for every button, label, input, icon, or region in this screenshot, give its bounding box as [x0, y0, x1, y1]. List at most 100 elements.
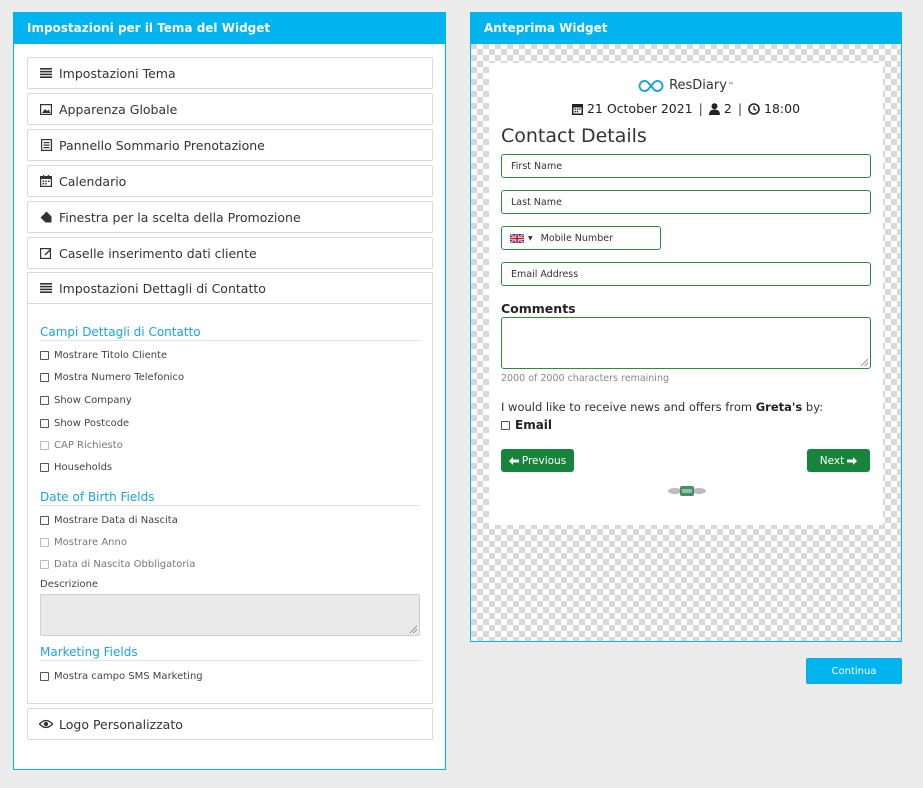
description-textarea[interactable] [40, 594, 420, 636]
checkbox[interactable] [40, 463, 49, 472]
checkbox-row-postcode-required: CAP Richiesto [40, 440, 123, 451]
booking-summary: 21 October 2021 | 2 | 18:00 [489, 101, 883, 116]
dob-section-title: Date of Birth Fields [40, 490, 420, 506]
uk-flag-icon[interactable] [510, 233, 524, 243]
accordion-promotion-window[interactable]: Finestra per la scelta della Promozione [27, 201, 433, 233]
placeholder-text: Mobile Number [540, 232, 613, 244]
checkbox[interactable] [40, 516, 49, 525]
document-icon [39, 138, 53, 152]
mobile-number-input[interactable]: ▼ Mobile Number [501, 226, 661, 250]
list-icon [39, 281, 53, 295]
resdiary-logo: ResDiary ™ [489, 78, 883, 93]
next-button[interactable]: Next [807, 449, 870, 472]
checkbox-row-sms-marketing[interactable]: Mostra campo SMS Marketing [40, 671, 203, 682]
checkbox-label: Mostra campo SMS Marketing [54, 671, 203, 682]
checkbox[interactable] [40, 351, 49, 360]
accordion-label: Impostazioni Dettagli di Contatto [59, 280, 266, 296]
resize-grip[interactable] [410, 626, 417, 633]
checkbox-label: Mostrare Titolo Cliente [54, 350, 168, 361]
venue-logo-icon [668, 486, 706, 496]
calendar-icon [571, 103, 583, 115]
accordion-label: Calendario [59, 173, 127, 189]
checkbox-label: Mostrare Data di Nascita [54, 515, 178, 526]
comments-label: Comments [501, 301, 576, 316]
separator: | [698, 101, 703, 116]
checkbox-label: CAP Richiesto [54, 440, 123, 451]
first-name-input[interactable]: First Name [501, 154, 871, 178]
accordion-contact-details-open: Impostazioni Dettagli di Contatto Campi … [27, 272, 433, 704]
preview-panel-title: Anteprima Widget [471, 13, 901, 44]
checkbox [40, 538, 49, 547]
checkbox[interactable] [40, 419, 49, 428]
accordion-calendar[interactable]: Calendario [27, 165, 433, 197]
booking-guests: 2 [723, 101, 732, 116]
tag-icon [39, 210, 53, 224]
checkbox-row-dob-required: Data di Nascita Obbligatoria [40, 559, 195, 570]
checkbox-row-show-postcode[interactable]: Show Postcode [40, 418, 129, 429]
edit-icon [39, 246, 53, 260]
newsletter-suffix: by: [802, 400, 824, 414]
checkbox-row-show-company[interactable]: Show Company [40, 395, 132, 406]
accordion-label: Impostazioni Tema [59, 65, 176, 81]
accordion-contact-details-header[interactable]: Impostazioni Dettagli di Contatto [28, 273, 432, 304]
checkbox [40, 560, 49, 569]
chars-remaining: 2000 of 2000 characters remaining [501, 373, 669, 384]
placeholder-text: First Name [511, 160, 563, 172]
email-address-input[interactable]: Email Address [501, 262, 871, 286]
image-icon [39, 102, 53, 116]
previous-label: Previous [521, 454, 567, 467]
accordion-booking-summary[interactable]: Pannello Sommario Prenotazione [27, 129, 433, 161]
settings-panel-title: Impostazioni per il Tema del Widget [14, 13, 445, 44]
calendar-icon [39, 174, 53, 188]
last-name-input[interactable]: Last Name [501, 190, 871, 214]
resdiary-logo-icon [638, 79, 664, 92]
comments-textarea[interactable] [501, 317, 871, 369]
list-icon [39, 66, 53, 80]
accordion-theme-settings[interactable]: Impostazioni Tema [27, 57, 433, 89]
email-optin[interactable]: Email [501, 418, 552, 432]
brand-name: ResDiary [669, 78, 727, 93]
separator: | [737, 101, 743, 116]
accordion-customer-fields[interactable]: Caselle inserimento dati cliente [27, 237, 433, 269]
continue-button[interactable]: Continua [806, 658, 902, 684]
newsletter-prefix: I would like to receive news and offers … [501, 400, 756, 414]
checkbox-row-show-customer-title[interactable]: Mostrare Titolo Cliente [40, 350, 167, 361]
checkbox[interactable] [40, 396, 49, 405]
user-icon [708, 102, 720, 115]
placeholder-text: Email Address [511, 268, 579, 280]
checkbox-row-show-dob[interactable]: Mostrare Data di Nascita [40, 515, 178, 526]
marketing-section-title: Marketing Fields [40, 645, 420, 661]
checkbox-row-households[interactable]: Households [40, 462, 112, 473]
checkbox-label: Data di Nascita Obbligatoria [54, 559, 196, 570]
checkbox[interactable] [40, 672, 49, 681]
accordion-global-appearance[interactable]: Apparenza Globale [27, 93, 433, 125]
booking-date: 21 October 2021 [586, 101, 693, 116]
contact-details-heading: Contact Details [501, 125, 647, 147]
checkbox-label: Show Postcode [54, 418, 130, 429]
accordion-label: Logo Personalizzato [59, 716, 183, 732]
accordion-label: Caselle inserimento dati cliente [59, 245, 257, 261]
preview-card: ResDiary ™ 21 October 2021 | 2 | 18:00 Co… [489, 63, 883, 525]
checkbox[interactable] [40, 373, 49, 382]
next-label: Next [819, 454, 845, 467]
previous-button[interactable]: Previous [501, 449, 574, 472]
placeholder-text: Last Name [511, 196, 562, 208]
email-optin-checkbox[interactable] [501, 420, 510, 430]
checkbox-label: Show Company [54, 395, 132, 406]
description-label: Descrizione [40, 579, 99, 590]
arrow-left-icon [508, 456, 519, 465]
email-optin-label: Email [515, 418, 553, 432]
eye-icon [39, 717, 53, 731]
chevron-down-icon[interactable]: ▼ [528, 235, 533, 242]
accordion-custom-logo[interactable]: Logo Personalizzato [27, 708, 433, 740]
arrow-right-icon [847, 456, 858, 465]
venue-name: Greta's [755, 400, 803, 414]
checkbox-row-show-phone[interactable]: Mostra Numero Telefonico [40, 372, 184, 383]
contact-fields-section-title: Campi Dettagli di Contatto [40, 325, 420, 341]
checkbox-label: Mostrare Anno [54, 537, 127, 548]
widget-preview-panel: Anteprima Widget ResDiary ™ 21 October 20… [470, 12, 902, 642]
resize-grip[interactable] [861, 359, 868, 366]
brand-trademark: ™ [727, 82, 734, 89]
checkbox [40, 441, 49, 450]
checkbox-label: Mostra Numero Telefonico [54, 372, 185, 383]
